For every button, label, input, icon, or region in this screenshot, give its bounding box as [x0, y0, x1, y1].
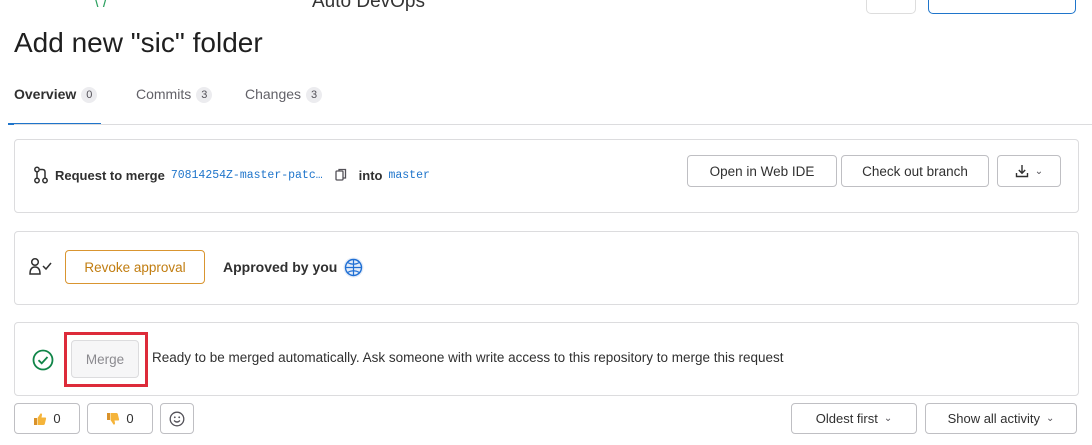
- tabs-divider: [14, 124, 1092, 125]
- page-title: Add new "sic" folder: [14, 27, 263, 58]
- sort-order-label: Oldest first: [815, 411, 878, 426]
- navbar-button[interactable]: [866, 0, 916, 14]
- approval-widget: Revoke approval Approved by you: [14, 231, 1079, 305]
- sort-order-dropdown[interactable]: Oldest first ⌄: [791, 403, 917, 434]
- tab-count: 3: [306, 87, 323, 103]
- check-circle-icon: [32, 349, 54, 371]
- download-dropdown-button[interactable]: ⌄: [997, 155, 1061, 187]
- activity-filter-dropdown[interactable]: Show all activity ⌄: [925, 403, 1077, 434]
- copy-icon[interactable]: [334, 168, 347, 182]
- tab-count: 0: [81, 87, 98, 103]
- merge-status-widget: Merge Ready to be merged automatically. …: [14, 322, 1079, 396]
- thumbs-up-button[interactable]: 0: [14, 403, 80, 434]
- tab-label: Commits: [136, 86, 192, 102]
- smiley-icon: [169, 411, 185, 427]
- navbar-primary-button[interactable]: [928, 0, 1076, 14]
- thumbs-down-count: 0: [126, 411, 134, 426]
- thumbs-down-button[interactable]: 0: [87, 403, 153, 434]
- merge-request-summary: Request to merge 70814254Z-master-patc… …: [33, 166, 430, 184]
- approval-icon: [29, 257, 53, 277]
- thumbs-down-icon: [106, 412, 120, 426]
- logo-fragment: \ /: [94, 0, 108, 11]
- chevron-down-icon: ⌄: [1034, 165, 1044, 177]
- tab-label: Changes: [245, 86, 302, 102]
- chevron-down-icon: ⌄: [883, 413, 893, 424]
- tab-overview[interactable]: Overview 0: [7, 86, 102, 125]
- add-reaction-button[interactable]: [160, 403, 194, 434]
- thumbs-up-count: 0: [53, 411, 61, 426]
- source-branch-link[interactable]: 70814254Z-master-patc…: [171, 169, 323, 182]
- app-name: Auto DevOps: [312, 0, 425, 12]
- check-out-branch-button[interactable]: Check out branch: [841, 155, 989, 187]
- tab-label: Overview: [14, 86, 77, 102]
- mr-tabs: Overview 0 Commits 3 Changes 3: [7, 86, 1092, 125]
- approval-row: Revoke approval Approved by you: [29, 250, 364, 284]
- chevron-down-icon: ⌄: [1046, 413, 1055, 424]
- thumbs-up-icon: [33, 412, 47, 426]
- merge-request-widget: Request to merge 70814254Z-master-patc… …: [14, 139, 1079, 213]
- activity-filter-label: Show all activity: [947, 411, 1041, 426]
- approved-by-you-label: Approved by you: [223, 259, 338, 275]
- merge-status-message: Ready to be merged automatically. Ask so…: [152, 350, 784, 365]
- tab-count: 3: [196, 87, 213, 103]
- tab-commits[interactable]: Commits 3: [136, 86, 213, 124]
- request-to-merge-label: Request to merge: [55, 167, 165, 183]
- download-icon: [1015, 164, 1029, 178]
- into-label: into: [358, 167, 383, 183]
- avatar[interactable]: [343, 257, 364, 278]
- open-web-ide-button[interactable]: Open in Web IDE: [687, 155, 837, 187]
- merge-request-icon: [33, 166, 49, 184]
- top-navbar-cutoff: \ / Auto DevOps: [0, 0, 1092, 14]
- target-branch-link[interactable]: master: [388, 169, 429, 182]
- revoke-approval-button[interactable]: Revoke approval: [65, 250, 205, 284]
- merge-button[interactable]: Merge: [71, 340, 139, 378]
- tab-changes[interactable]: Changes 3: [245, 86, 323, 124]
